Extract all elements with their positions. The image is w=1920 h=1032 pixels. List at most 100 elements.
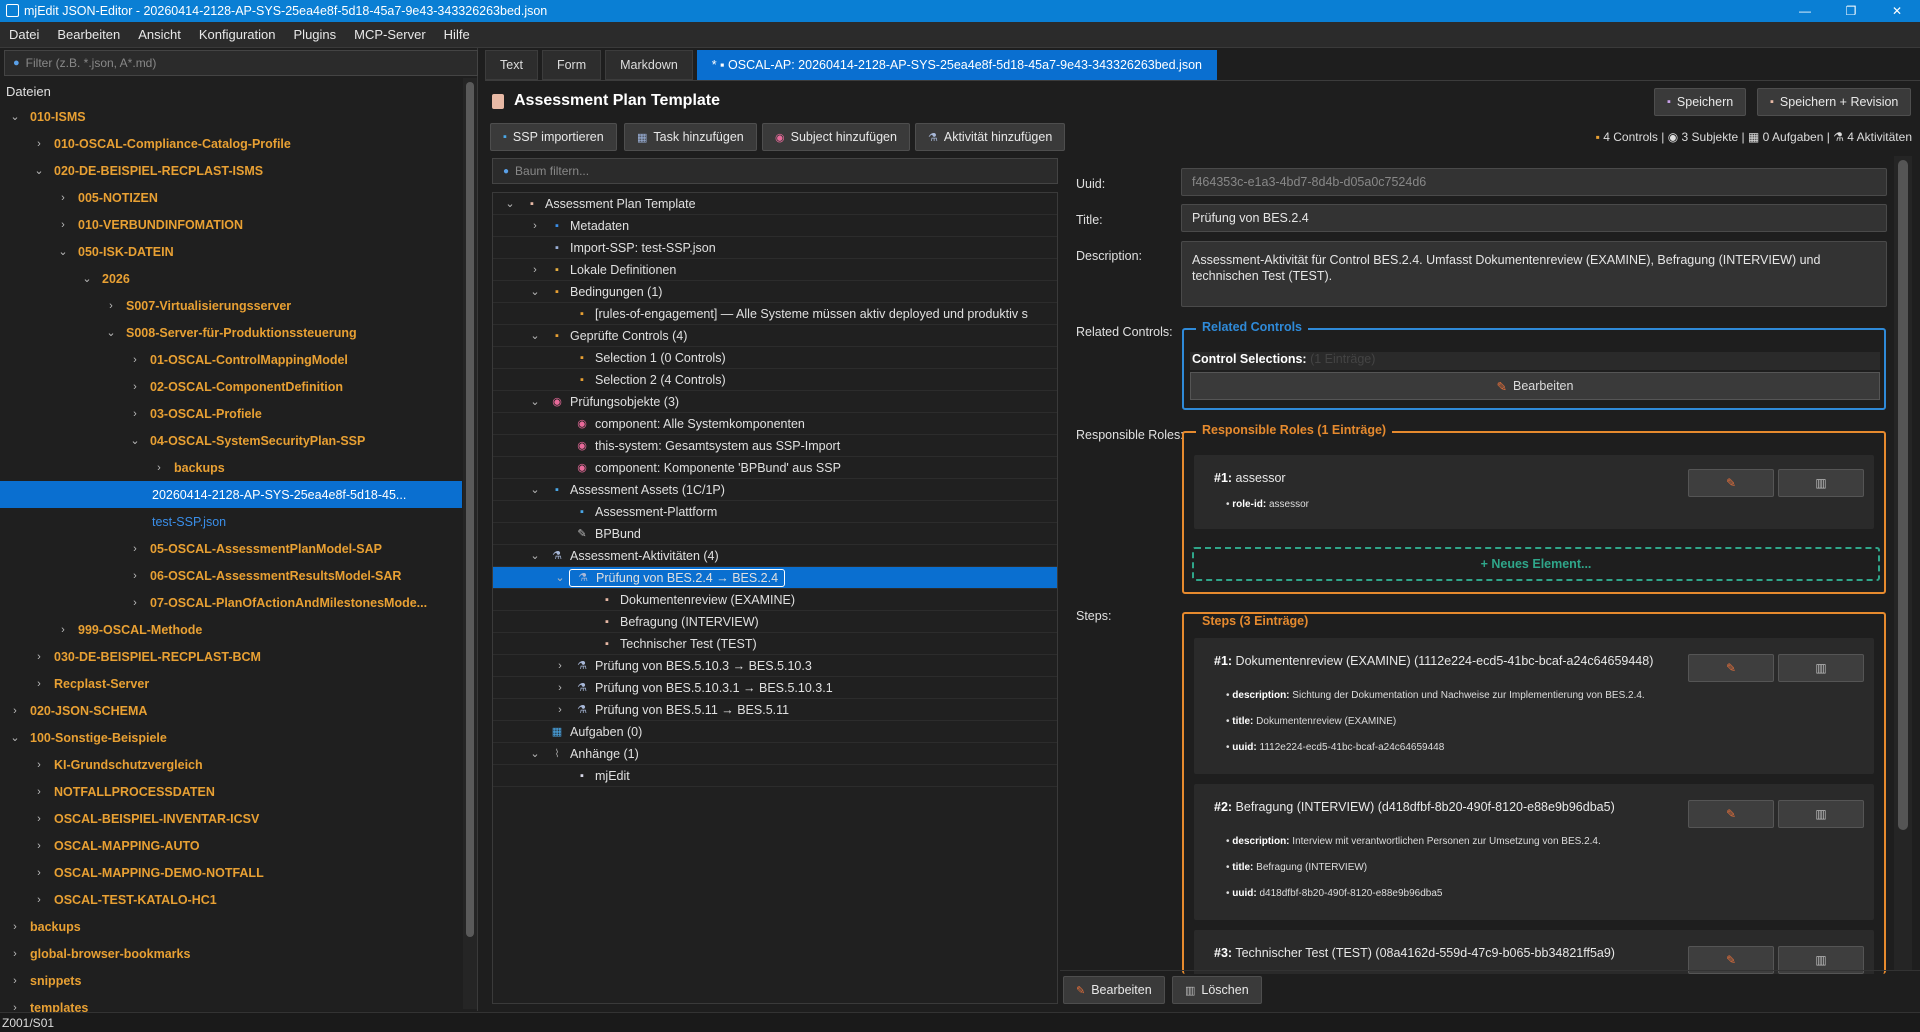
- chevron-down-icon[interactable]: ⌄: [528, 285, 542, 298]
- file-tree-folder[interactable]: › OSCAL-BEISPIEL-INVENTAR-ICSV: [0, 805, 462, 832]
- file-tree-folder[interactable]: › 010-VERBUNDINFOMATION: [0, 211, 462, 238]
- chevron-right-icon[interactable]: ›: [8, 948, 22, 960]
- delete-step-button[interactable]: ▥: [1778, 654, 1864, 682]
- chevron-down-icon[interactable]: ⌄: [503, 197, 517, 210]
- chevron-right-icon[interactable]: ›: [32, 894, 46, 906]
- file-tree-folder[interactable]: › NOTFALLPROCESSDATEN: [0, 778, 462, 805]
- chevron-down-icon[interactable]: ⌄: [553, 571, 567, 584]
- file-tree-folder[interactable]: › 02-OSCAL-ComponentDefinition: [0, 373, 462, 400]
- tree-node[interactable]: › ⚗ Prüfung von BES.5.10.3.1 → BES.5.10.3.…: [493, 677, 1057, 699]
- file-tree-folder[interactable]: › 06-OSCAL-AssessmentResultsModel-SAR: [0, 562, 462, 589]
- add-subject-button[interactable]: ◉ Subject hinzufügen: [762, 123, 910, 151]
- file-tree-folder[interactable]: › OSCAL-MAPPING-DEMO-NOTFALL: [0, 859, 462, 886]
- file-tree-folder[interactable]: › 010-OSCAL-Compliance-Catalog-Profile: [0, 130, 462, 157]
- chevron-right-icon[interactable]: ›: [128, 597, 142, 609]
- edit-step-button[interactable]: ✎: [1688, 800, 1774, 828]
- file-tree-folder[interactable]: ⌄ 010-ISMS: [0, 103, 462, 130]
- chevron-right-icon[interactable]: ›: [56, 219, 70, 231]
- tab-oscal-ap[interactable]: * ▪ OSCAL-AP: 20260414-2128-AP-SYS-25ea4…: [696, 50, 1217, 80]
- tree-node[interactable]: ✎ BPBund: [493, 523, 1057, 545]
- detail-scrollbar[interactable]: [1894, 156, 1912, 970]
- tree-node[interactable]: ⌄ ◉ Prüfungsobjekte (3): [493, 391, 1057, 413]
- file-tree-folder[interactable]: ⌄ 04-OSCAL-SystemSecurityPlan-SSP: [0, 427, 462, 454]
- tree-node[interactable]: ▪ [rules-of-engagement] — Alle Systeme mü…: [493, 303, 1057, 325]
- close-button[interactable]: ✕: [1874, 0, 1920, 22]
- tree-node[interactable]: ⌄ ⌇ Anhänge (1): [493, 743, 1057, 765]
- file-tree-folder[interactable]: › OSCAL-MAPPING-AUTO: [0, 832, 462, 859]
- add-activity-button[interactable]: ⚗ Aktivität hinzufügen: [915, 123, 1066, 151]
- tree-node[interactable]: ◉ component: Komponente 'BPBund' aus SSP: [493, 457, 1057, 479]
- file-tree-folder[interactable]: › 999-OSCAL-Methode: [0, 616, 462, 643]
- file-tree-folder[interactable]: › 030-DE-BEISPIEL-RECPLAST-BCM: [0, 643, 462, 670]
- tree-node[interactable]: ▪ Befragung (INTERVIEW): [493, 611, 1057, 633]
- file-tree-folder[interactable]: ⌄ 2026: [0, 265, 462, 292]
- tree-node[interactable]: ▪ Selection 2 (4 Controls): [493, 369, 1057, 391]
- tree-node[interactable]: ◉ this-system: Gesamtsystem aus SSP-Impor…: [493, 435, 1057, 457]
- tree-node[interactable]: › ⚗ Prüfung von BES.5.11 → BES.5.11: [493, 699, 1057, 721]
- menu-mcp-server[interactable]: MCP-Server: [345, 27, 435, 42]
- chevron-down-icon[interactable]: ⌄: [528, 549, 542, 562]
- file-tree-folder[interactable]: › 020-JSON-SCHEMA: [0, 697, 462, 724]
- chevron-right-icon[interactable]: ›: [128, 381, 142, 393]
- file-tree-folder[interactable]: ⌄ 050-ISK-DATEIN: [0, 238, 462, 265]
- tree-node[interactable]: ▪ mjEdit: [493, 765, 1057, 787]
- tree-node[interactable]: ▪ Technischer Test (TEST): [493, 633, 1057, 655]
- tab-markdown[interactable]: Markdown: [605, 50, 693, 80]
- chevron-right-icon[interactable]: ›: [32, 840, 46, 852]
- chevron-down-icon[interactable]: ⌄: [128, 434, 142, 447]
- file-filter-input[interactable]: ● Filter (z.B. *.json, A*.md): [4, 50, 478, 76]
- menu-bearbeiten[interactable]: Bearbeiten: [48, 27, 129, 42]
- chevron-down-icon[interactable]: ⌄: [104, 326, 118, 339]
- chevron-right-icon[interactable]: ›: [56, 624, 70, 636]
- add-task-button[interactable]: ▦ Task hinzufügen: [624, 123, 757, 151]
- description-field[interactable]: Assessment-Aktivität für Control BES.2.4…: [1181, 241, 1887, 307]
- edit-step-button[interactable]: ✎: [1688, 654, 1774, 682]
- tree-node[interactable]: ◉ component: Alle Systemkomponenten: [493, 413, 1057, 435]
- edit-controls-button[interactable]: ✎ Bearbeiten: [1190, 372, 1880, 400]
- tree-node[interactable]: ⌄ ⚗ Prüfung von BES.2.4 → BES.2.4: [493, 567, 1057, 589]
- tab-text[interactable]: Text: [485, 50, 538, 80]
- tree-node[interactable]: ▪ Import-SSP: test-SSP.json: [493, 237, 1057, 259]
- chevron-down-icon[interactable]: ⌄: [528, 747, 542, 760]
- chevron-right-icon[interactable]: ›: [128, 408, 142, 420]
- chevron-right-icon[interactable]: ›: [128, 570, 142, 582]
- import-ssp-button[interactable]: ▪ SSP importieren: [490, 123, 617, 151]
- tree-node[interactable]: › ▪ Metadaten: [493, 215, 1057, 237]
- file-tree-folder[interactable]: ⌄ 020-DE-BEISPIEL-RECPLAST-ISMS: [0, 157, 462, 184]
- chevron-down-icon[interactable]: ⌄: [528, 329, 542, 342]
- chevron-right-icon[interactable]: ›: [32, 678, 46, 690]
- file-tree-folder[interactable]: ⌄ S008-Server-für-Produktionssteuerung: [0, 319, 462, 346]
- chevron-right-icon[interactable]: ›: [553, 682, 567, 694]
- title-field[interactable]: Prüfung von BES.2.4: [1181, 204, 1887, 232]
- chevron-right-icon[interactable]: ›: [56, 192, 70, 204]
- file-tree-folder[interactable]: › KI-Grundschutzvergleich: [0, 751, 462, 778]
- tree-node[interactable]: ▪ Dokumentenreview (EXAMINE): [493, 589, 1057, 611]
- chevron-down-icon[interactable]: ⌄: [8, 110, 22, 123]
- chevron-right-icon[interactable]: ›: [8, 705, 22, 717]
- file-tree-folder[interactable]: › 07-OSCAL-PlanOfActionAndMilestonesMode.…: [0, 589, 462, 616]
- chevron-right-icon[interactable]: ›: [128, 543, 142, 555]
- chevron-right-icon[interactable]: ›: [553, 660, 567, 672]
- file-tree-folder[interactable]: › backups: [0, 913, 462, 940]
- chevron-right-icon[interactable]: ›: [8, 975, 22, 987]
- new-element-button[interactable]: + Neues Element...: [1192, 547, 1880, 581]
- file-tree-file[interactable]: test-SSP.json: [0, 508, 462, 535]
- menu-ansicht[interactable]: Ansicht: [129, 27, 190, 42]
- file-tree-folder[interactable]: › 005-NOTIZEN: [0, 184, 462, 211]
- menu-konfiguration[interactable]: Konfiguration: [190, 27, 285, 42]
- maximize-button[interactable]: ❐: [1828, 0, 1874, 22]
- chevron-down-icon[interactable]: ⌄: [528, 483, 542, 496]
- file-tree-scrollbar[interactable]: [463, 78, 477, 1009]
- chevron-down-icon[interactable]: ⌄: [56, 245, 70, 258]
- uuid-field[interactable]: f464353c-e1a3-4bd7-8d4b-d05a0c7524d6: [1181, 168, 1887, 196]
- file-tree-folder[interactable]: › backups: [0, 454, 462, 481]
- file-tree-folder[interactable]: › global-browser-bookmarks: [0, 940, 462, 967]
- file-tree-folder[interactable]: › 03-OSCAL-Profiele: [0, 400, 462, 427]
- delete-role-button[interactable]: ▥: [1778, 469, 1864, 497]
- save-button[interactable]: ▪ Speichern: [1654, 88, 1747, 116]
- delete-step-button[interactable]: ▥: [1778, 800, 1864, 828]
- chevron-down-icon[interactable]: ⌄: [80, 272, 94, 285]
- chevron-right-icon[interactable]: ›: [128, 354, 142, 366]
- file-tree-file[interactable]: 20260414-2128-AP-SYS-25ea4e8f-5d18-45...: [0, 481, 462, 508]
- tree-node[interactable]: ⌄ ▪ Geprüfte Controls (4): [493, 325, 1057, 347]
